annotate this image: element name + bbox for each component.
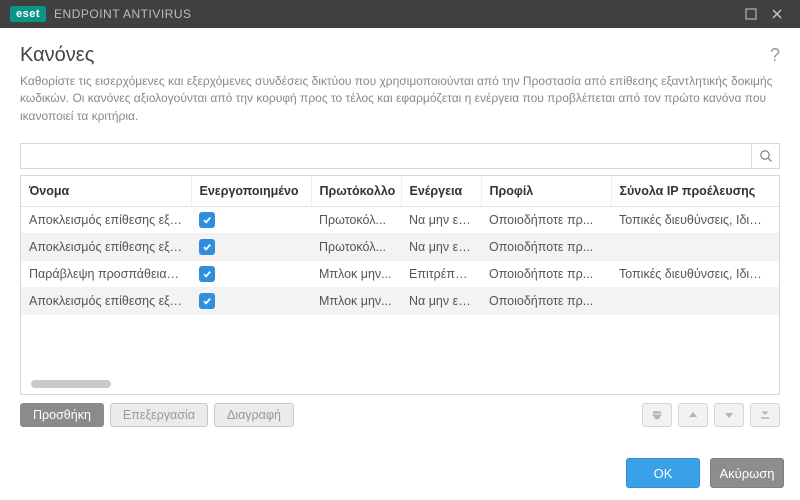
brand-name: ENDPOINT ANTIVIRUS xyxy=(54,7,191,21)
cell-profile: Οποιοδήποτε πρ... xyxy=(481,288,611,315)
search-input[interactable] xyxy=(21,144,751,168)
checkbox-checked-icon[interactable] xyxy=(199,212,215,228)
cell-profile: Οποιοδήποτε πρ... xyxy=(481,261,611,288)
table-row[interactable]: Αποκλεισμός επίθεσης εξαν... Μπλοκ μην...… xyxy=(21,288,779,315)
cell-protocol: Πρωτοκόλ... xyxy=(311,207,401,234)
move-bottom-button[interactable] xyxy=(750,403,780,427)
cell-action: Να μην επι... xyxy=(401,234,481,261)
col-header-source[interactable]: Σύνολα IP προέλευσης xyxy=(611,176,779,207)
titlebar: eset ENDPOINT ANTIVIRUS xyxy=(0,0,800,28)
close-button[interactable] xyxy=(764,4,790,24)
cell-source: Τοπικές διευθύνσεις, Ιδιωτικές διε xyxy=(611,207,779,234)
move-top-button[interactable] xyxy=(642,403,672,427)
col-header-protocol[interactable]: Πρωτόκολλο xyxy=(311,176,401,207)
col-header-enabled[interactable]: Ενεργοποιημένο xyxy=(191,176,311,207)
checkbox-checked-icon[interactable] xyxy=(199,293,215,309)
cell-protocol: Μπλοκ μην... xyxy=(311,261,401,288)
cell-profile: Οποιοδήποτε πρ... xyxy=(481,234,611,261)
cell-protocol: Μπλοκ μην... xyxy=(311,288,401,315)
table-row[interactable]: Αποκλεισμός επίθεσης εξαν... Πρωτοκόλ...Ν… xyxy=(21,234,779,261)
cancel-button[interactable]: Ακύρωση xyxy=(710,458,784,488)
cell-name: Αποκλεισμός επίθεσης εξαν... xyxy=(21,207,191,234)
checkbox-checked-icon[interactable] xyxy=(199,266,215,282)
col-header-profile[interactable]: Προφίλ xyxy=(481,176,611,207)
col-header-name[interactable]: Όνομα xyxy=(21,176,191,207)
move-up-button[interactable] xyxy=(678,403,708,427)
cell-source: Τοπικές διευθύνσεις, Ιδιωτικές διε xyxy=(611,261,779,288)
cell-action: Επιτρέπεται xyxy=(401,261,481,288)
ok-button[interactable]: OK xyxy=(626,458,700,488)
horizontal-scrollbar[interactable] xyxy=(31,380,111,388)
cell-enabled xyxy=(191,234,311,261)
cell-action: Να μην επι... xyxy=(401,207,481,234)
help-icon[interactable]: ? xyxy=(770,45,780,66)
table-header-row: Όνομα Ενεργοποιημένο Πρωτόκολλο Ενέργεια… xyxy=(21,176,779,207)
cell-protocol: Πρωτοκόλ... xyxy=(311,234,401,261)
cell-name: Αποκλεισμός επίθεσης εξαν... xyxy=(21,234,191,261)
minimize-button[interactable] xyxy=(738,4,764,24)
cell-enabled xyxy=(191,207,311,234)
col-header-action[interactable]: Ενέργεια xyxy=(401,176,481,207)
cell-source xyxy=(611,288,779,315)
table-row[interactable]: Παράβλεψη προσπάθειας κ... Μπλοκ μην...Επ… xyxy=(21,261,779,288)
add-button[interactable]: Προσθήκη xyxy=(20,403,104,427)
cell-source xyxy=(611,234,779,261)
brand-badge: eset xyxy=(10,6,46,22)
cell-name: Παράβλεψη προσπάθειας κ... xyxy=(21,261,191,288)
search-bar xyxy=(20,143,780,169)
search-icon[interactable] xyxy=(751,144,779,168)
delete-button[interactable]: Διαγραφή xyxy=(214,403,294,427)
cell-enabled xyxy=(191,261,311,288)
move-down-button[interactable] xyxy=(714,403,744,427)
cell-profile: Οποιοδήποτε πρ... xyxy=(481,207,611,234)
page-description: Καθορίστε τις εισερχόμενες και εξερχόμεν… xyxy=(20,73,780,125)
table-row[interactable]: Αποκλεισμός επίθεσης εξαν... Πρωτοκόλ...Ν… xyxy=(21,207,779,234)
page-title: Κανόνες xyxy=(20,44,770,67)
cell-name: Αποκλεισμός επίθεσης εξαν... xyxy=(21,288,191,315)
checkbox-checked-icon[interactable] xyxy=(199,239,215,255)
cell-action: Να μην επι... xyxy=(401,288,481,315)
cell-enabled xyxy=(191,288,311,315)
rules-table: Όνομα Ενεργοποιημένο Πρωτόκολλο Ενέργεια… xyxy=(20,175,780,395)
edit-button[interactable]: Επεξεργασία xyxy=(110,403,208,427)
